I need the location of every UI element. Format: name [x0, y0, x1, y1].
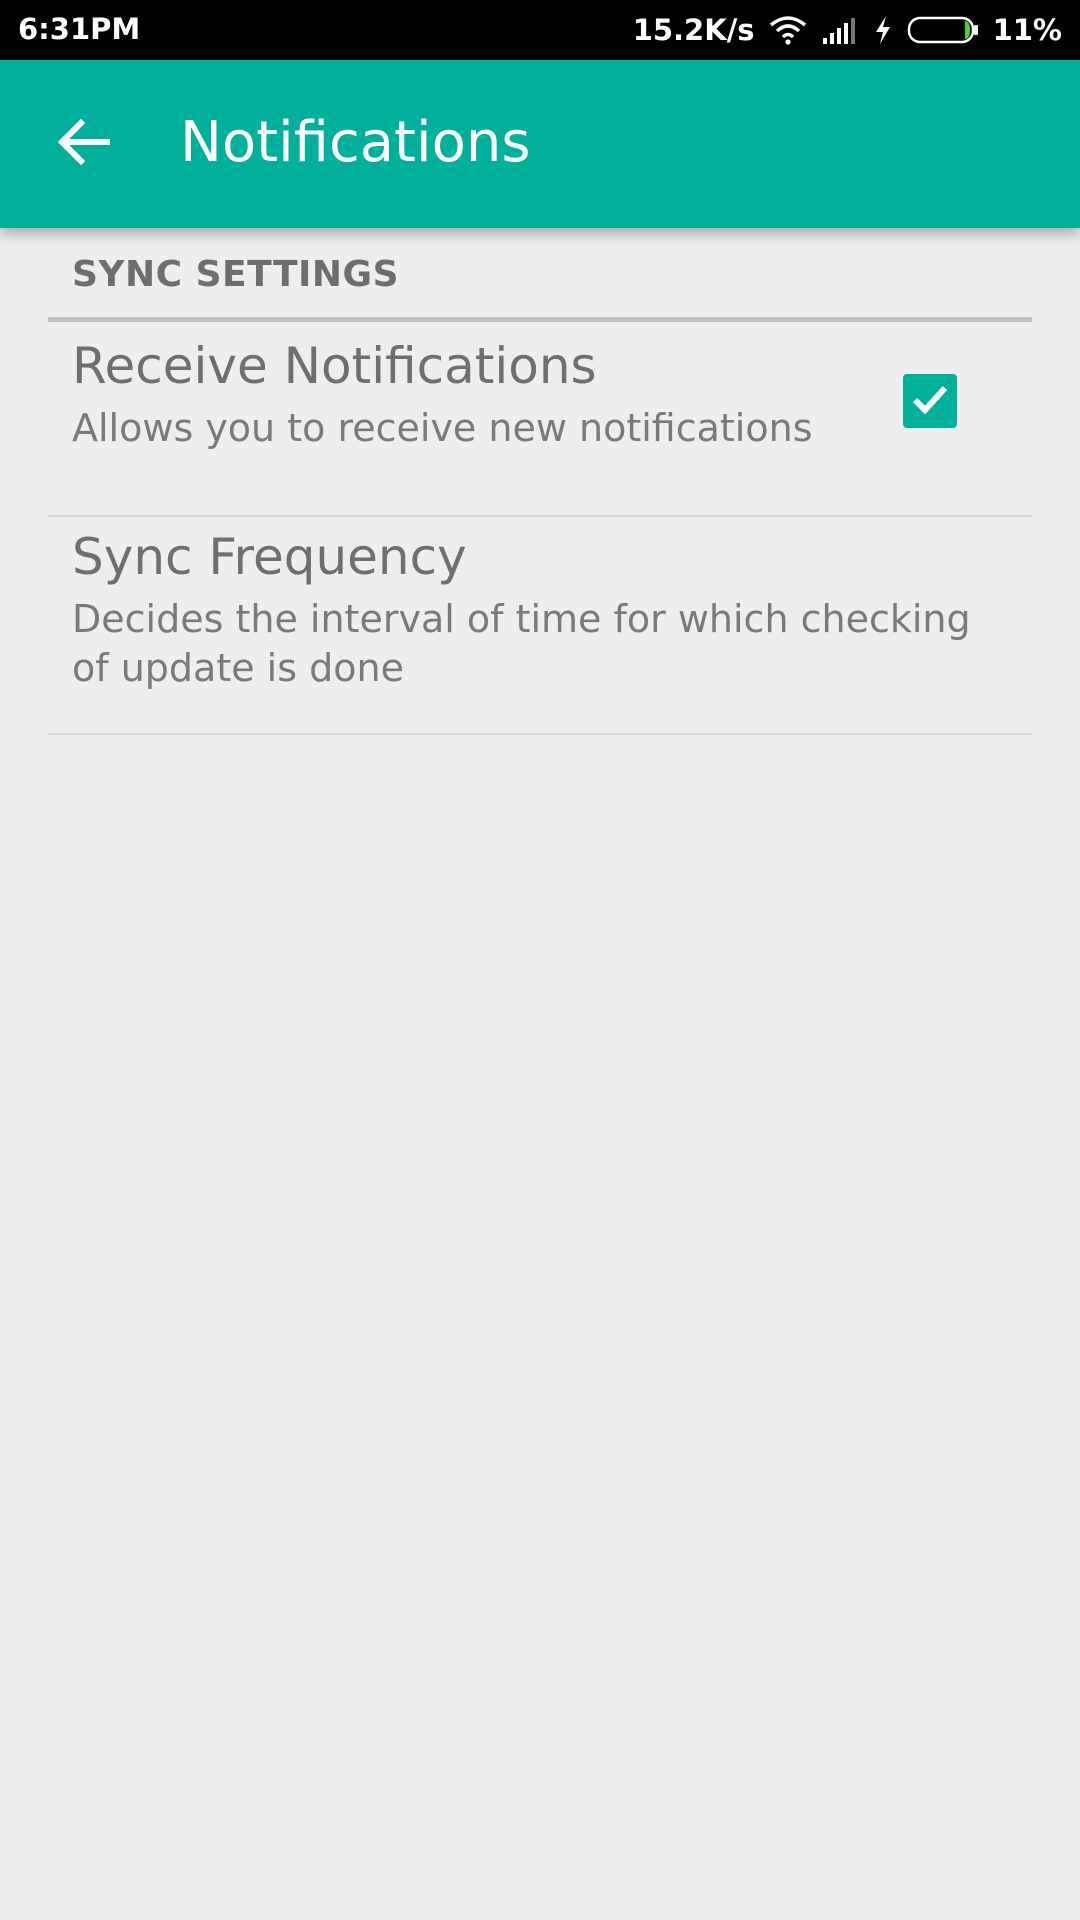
back-button[interactable]: [44, 110, 124, 178]
row-divider: [48, 733, 1032, 735]
battery-icon: [907, 15, 979, 45]
signal-icon: [821, 16, 859, 44]
app-bar: Notifications: [0, 60, 1080, 228]
battery-percent: 11%: [992, 13, 1062, 47]
checkmark-icon: [910, 381, 950, 422]
pref-sync-frequency[interactable]: Sync Frequency Decides the interval of t…: [48, 517, 1032, 735]
status-icons: 15.2K/s 11%: [633, 8, 1062, 52]
network-speed: 15.2K/s: [632, 13, 755, 47]
pref-summary: Allows you to receive new notifications: [72, 406, 813, 450]
charging-icon: [873, 15, 893, 45]
section-divider: [48, 317, 1032, 322]
pref-receive-notifications[interactable]: Receive Notifications Allows you to rece…: [48, 324, 1032, 517]
page-title: Notifications: [180, 110, 531, 175]
wifi-icon: [769, 15, 807, 45]
section-header: SYNC SETTINGS: [72, 254, 400, 295]
status-bar: 6:31PM 15.2K/s 11%: [0, 0, 1080, 60]
pref-title: Sync Frequency: [72, 528, 467, 586]
pref-title: Receive Notifications: [72, 337, 597, 395]
pref-summary: Decides the interval of time for which c…: [72, 597, 971, 690]
status-time: 6:31PM: [18, 12, 141, 46]
receive-notifications-checkbox[interactable]: [903, 374, 957, 428]
arrow-left-icon: [57, 118, 111, 171]
